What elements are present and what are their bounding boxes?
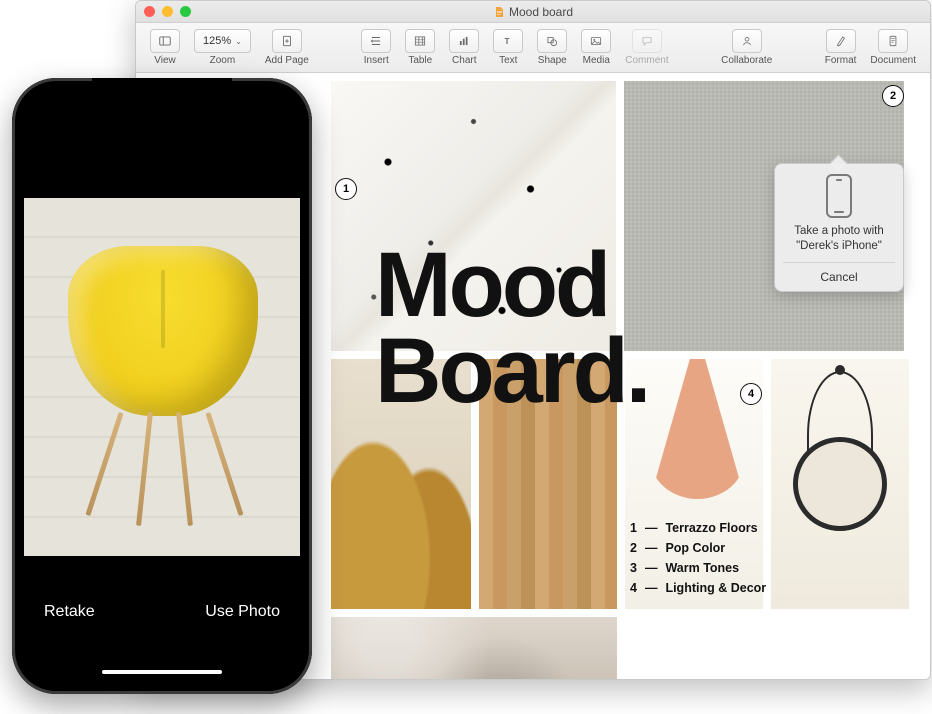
comment-button <box>632 29 662 53</box>
text-item[interactable]: T Text <box>487 29 529 66</box>
cancel-button[interactable]: Cancel <box>783 262 895 291</box>
document-icon <box>886 34 900 48</box>
sidebar-icon <box>158 34 172 48</box>
zoom-value: 125% <box>203 35 231 47</box>
format-icon <box>834 34 848 48</box>
table-item[interactable]: Table <box>399 29 441 66</box>
badge-1[interactable]: 1 <box>335 178 357 200</box>
chart-button[interactable] <box>449 29 479 53</box>
document-label: Document <box>870 55 916 66</box>
zoom-item[interactable]: 125% ⌄ Zoom <box>188 29 257 66</box>
legend-row: 2—Pop Color <box>630 538 766 558</box>
continuity-camera-popover: Take a photo with "Derek's iPhone" Cance… <box>774 163 904 292</box>
camera-preview <box>24 198 300 556</box>
add-page-label: Add Page <box>265 55 309 66</box>
text-icon: T <box>501 34 515 48</box>
chart-item[interactable]: Chart <box>443 29 485 66</box>
iphone-icon <box>826 174 852 218</box>
media-button[interactable] <box>581 29 611 53</box>
badge-2[interactable]: 2 <box>882 85 904 107</box>
media-label: Media <box>583 55 610 66</box>
shape-label: Shape <box>538 55 567 66</box>
chart-label: Chart <box>452 55 476 66</box>
zoom-label: Zoom <box>210 55 236 66</box>
chevron-down-icon: ⌄ <box>235 37 242 46</box>
popover-text: Take a photo with "Derek's iPhone" <box>783 224 895 254</box>
insert-item[interactable]: Insert <box>355 29 397 66</box>
svg-text:T: T <box>505 37 510 46</box>
zoom-dropdown[interactable]: 125% ⌄ <box>194 29 251 53</box>
badge-4[interactable]: 4 <box>740 383 762 405</box>
document-heading[interactable]: Mood Board. <box>375 243 648 414</box>
insert-label: Insert <box>364 55 389 66</box>
document-item[interactable]: Document <box>864 29 922 66</box>
table-icon <box>413 34 427 48</box>
add-page-icon <box>280 34 294 48</box>
table-label: Table <box>408 55 432 66</box>
format-label: Format <box>825 55 857 66</box>
iphone-device: Retake Use Photo <box>12 78 312 694</box>
camera-controls: Retake Use Photo <box>24 564 300 682</box>
legend-row: 3—Warm Tones <box>630 558 766 578</box>
legend[interactable]: 1—Terrazzo Floors 2—Pop Color 3—Warm Ton… <box>630 518 766 598</box>
collaborate-label: Collaborate <box>721 55 772 66</box>
format-button[interactable] <box>826 29 856 53</box>
shape-button[interactable] <box>537 29 567 53</box>
iphone-notch <box>92 78 232 104</box>
text-label: Text <box>499 55 517 66</box>
comment-item: Comment <box>619 29 674 66</box>
media-icon <box>589 34 603 48</box>
window-title: Mood board <box>136 5 930 19</box>
comment-label: Comment <box>625 55 668 66</box>
titlebar[interactable]: Mood board <box>136 1 930 23</box>
format-item[interactable]: Format <box>819 29 863 66</box>
use-photo-button[interactable]: Use Photo <box>205 603 280 621</box>
toolbar: View 125% ⌄ Zoom Add Page Insert <box>136 23 930 73</box>
insert-icon <box>369 34 383 48</box>
shape-item[interactable]: Shape <box>531 29 573 66</box>
document-button[interactable] <box>878 29 908 53</box>
document-icon <box>493 6 505 18</box>
image-fur[interactable] <box>331 617 617 679</box>
window-title-text: Mood board <box>509 5 573 19</box>
view-item[interactable]: View <box>144 29 186 66</box>
comment-icon <box>640 34 654 48</box>
chair-photo <box>68 246 258 416</box>
text-button[interactable]: T <box>493 29 523 53</box>
insert-button[interactable] <box>361 29 391 53</box>
table-button[interactable] <box>405 29 435 53</box>
add-page-button[interactable] <box>272 29 302 53</box>
collaborate-button[interactable] <box>732 29 762 53</box>
legend-row: 4—Lighting & Decor <box>630 578 766 598</box>
image-mirror[interactable] <box>771 359 909 609</box>
add-page-item[interactable]: Add Page <box>259 29 315 66</box>
chart-icon <box>457 34 471 48</box>
view-label: View <box>154 55 176 66</box>
media-item[interactable]: Media <box>575 29 617 66</box>
iphone-screen: Retake Use Photo <box>24 90 300 682</box>
retake-button[interactable]: Retake <box>44 603 95 621</box>
shape-icon <box>545 34 559 48</box>
legend-row: 1—Terrazzo Floors <box>630 518 766 538</box>
view-button[interactable] <box>150 29 180 53</box>
collaborate-item[interactable]: Collaborate <box>715 29 778 66</box>
home-indicator[interactable] <box>102 670 222 674</box>
collaborate-icon <box>740 34 754 48</box>
